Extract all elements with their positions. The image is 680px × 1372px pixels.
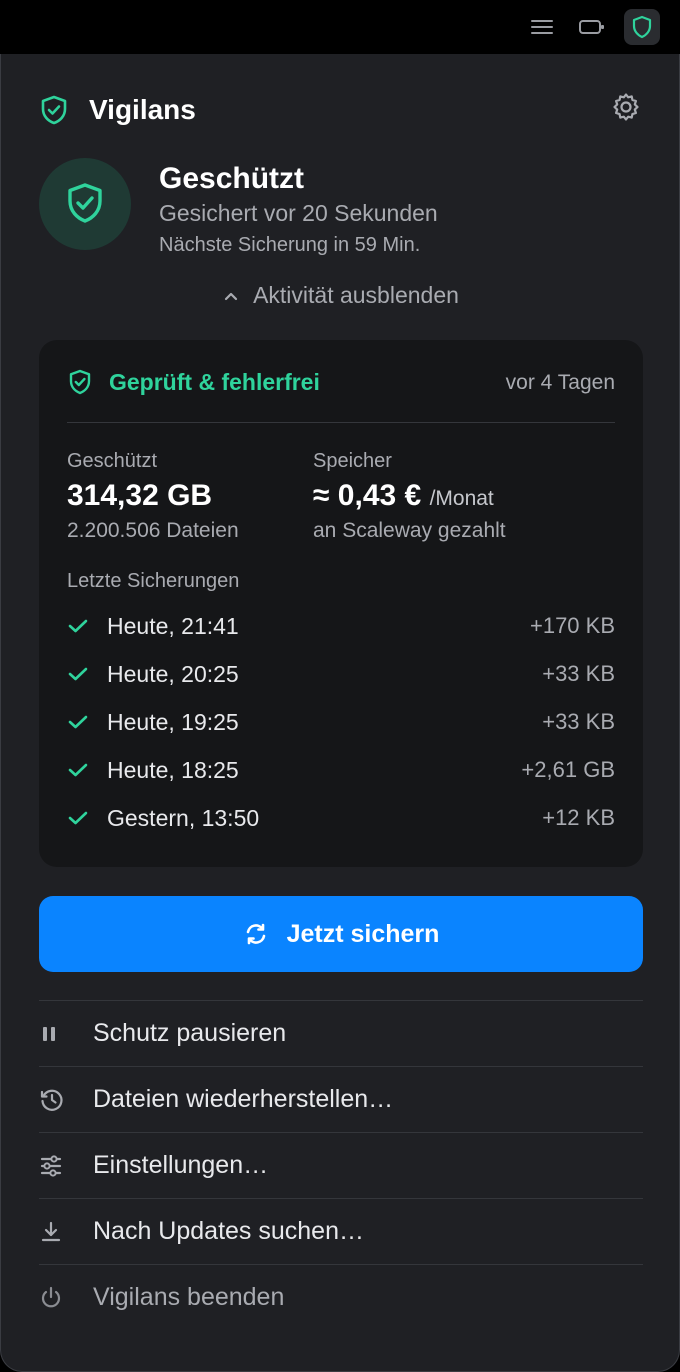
pause-icon <box>39 1024 93 1044</box>
header: Vigilans <box>39 90 641 130</box>
backup-now-label: Jetzt sichern <box>286 919 440 948</box>
recent-backups-list: Heute, 21:41 +170 KB Heute, 20:25 +33 KB… <box>67 602 615 842</box>
checkmark-icon <box>67 617 107 635</box>
checkmark-icon <box>67 809 107 827</box>
backup-delta: +33 KB <box>542 661 615 686</box>
app-popover: Vigilans Geschützt Gesichert vor 20 Seku… <box>0 54 680 1372</box>
app-title: Vigilans <box>89 94 196 125</box>
last-backup-text: Gesichert vor 20 Sekunden <box>159 200 438 226</box>
menu-item-updates[interactable]: Nach Updates suchen… <box>39 1198 643 1264</box>
activity-toggle[interactable]: Aktivität ausblenden <box>1 282 680 309</box>
status-title: Geschützt <box>159 162 305 195</box>
backup-delta: +12 KB <box>542 805 615 830</box>
next-backup-text: Nächste Sicherung in 59 Min. <box>159 234 421 256</box>
storage-cost-value: ≈ 0,43 € <box>313 479 422 512</box>
storage-cost: ≈ 0,43 € /Monat <box>313 479 506 513</box>
verified-status: Geprüft & fehlerfrei <box>67 368 320 396</box>
menu-item-pause[interactable]: Schutz pausieren <box>39 1000 643 1066</box>
chevron-up-icon <box>224 292 238 300</box>
protected-size: 314,32 GB <box>67 479 213 512</box>
vigilans-shield-icon[interactable] <box>624 9 660 45</box>
list-item: Heute, 20:25 +33 KB <box>67 650 615 698</box>
power-icon <box>39 1285 93 1311</box>
shield-check-icon <box>41 95 67 125</box>
backup-delta: +33 KB <box>542 709 615 734</box>
menu-item-label: Dateien wiederherstellen… <box>93 1085 394 1113</box>
checkmark-icon <box>67 761 107 779</box>
shield-check-icon <box>69 369 91 395</box>
verified-ago: vor 4 Tagen <box>505 371 615 394</box>
menu-item-label: Einstellungen… <box>93 1151 269 1179</box>
storage-label: Speicher <box>313 450 392 472</box>
checkmark-icon <box>67 665 107 683</box>
backup-delta: +2,61 GB <box>521 757 615 782</box>
menu-item-restore[interactable]: Dateien wiederherstellen… <box>39 1066 643 1132</box>
verified-label: Geprüft & fehlerfrei <box>109 368 320 395</box>
menu-item-label: Vigilans beenden <box>93 1283 285 1311</box>
activity-toggle-label: Aktivität ausblenden <box>253 282 459 308</box>
sliders-icon <box>39 1154 93 1177</box>
backup-time: Gestern, 13:50 <box>107 804 260 831</box>
gear-icon[interactable] <box>611 92 641 127</box>
backup-time: Heute, 21:41 <box>107 612 239 639</box>
recent-backups-label: Letzte Sicherungen <box>67 570 240 592</box>
menu-lines-icon[interactable] <box>524 9 560 45</box>
menu-bar <box>0 0 680 54</box>
storage-stat: Speicher ≈ 0,43 € /Monat an Scaleway gez… <box>313 450 506 543</box>
checkmark-icon <box>67 713 107 731</box>
sync-icon <box>246 923 265 945</box>
activity-card: Geprüft & fehlerfrei vor 4 Tagen Geschüt… <box>39 340 643 867</box>
backup-time: Heute, 20:25 <box>107 660 239 687</box>
storage-cost-unit: /Monat <box>429 487 494 510</box>
list-item: Heute, 18:25 +2,61 GB <box>67 746 615 794</box>
backup-delta: +170 KB <box>529 613 615 638</box>
protected-label: Geschützt <box>67 450 158 472</box>
battery-icon[interactable] <box>574 9 610 45</box>
list-item: Heute, 21:41 +170 KB <box>67 602 615 650</box>
storage-provider: an Scaleway gezahlt <box>313 519 506 542</box>
protection-status: Geschützt Gesichert vor 20 Sekunden Näch… <box>39 158 643 258</box>
menu-item-quit[interactable]: Vigilans beenden <box>39 1264 643 1330</box>
divider <box>67 422 615 423</box>
history-clock-icon <box>39 1087 93 1113</box>
menu-item-settings[interactable]: Einstellungen… <box>39 1132 643 1198</box>
download-icon <box>39 1220 93 1244</box>
action-menu: Schutz pausieren Dateien wiederherstelle… <box>39 1000 643 1330</box>
backup-now-button[interactable]: Jetzt sichern <box>39 896 643 972</box>
protected-files: 2.200.506 Dateien <box>67 519 239 542</box>
protected-stat: Geschützt 314,32 GB 2.200.506 Dateien <box>67 450 239 543</box>
menu-item-label: Nach Updates suchen… <box>93 1217 364 1245</box>
list-item: Gestern, 13:50 +12 KB <box>67 794 615 842</box>
backup-time: Heute, 18:25 <box>107 756 239 783</box>
menu-item-label: Schutz pausieren <box>93 1019 287 1047</box>
backup-time: Heute, 19:25 <box>107 708 239 735</box>
list-item: Heute, 19:25 +33 KB <box>67 698 615 746</box>
status-badge <box>39 158 131 250</box>
shield-check-icon <box>68 183 102 223</box>
